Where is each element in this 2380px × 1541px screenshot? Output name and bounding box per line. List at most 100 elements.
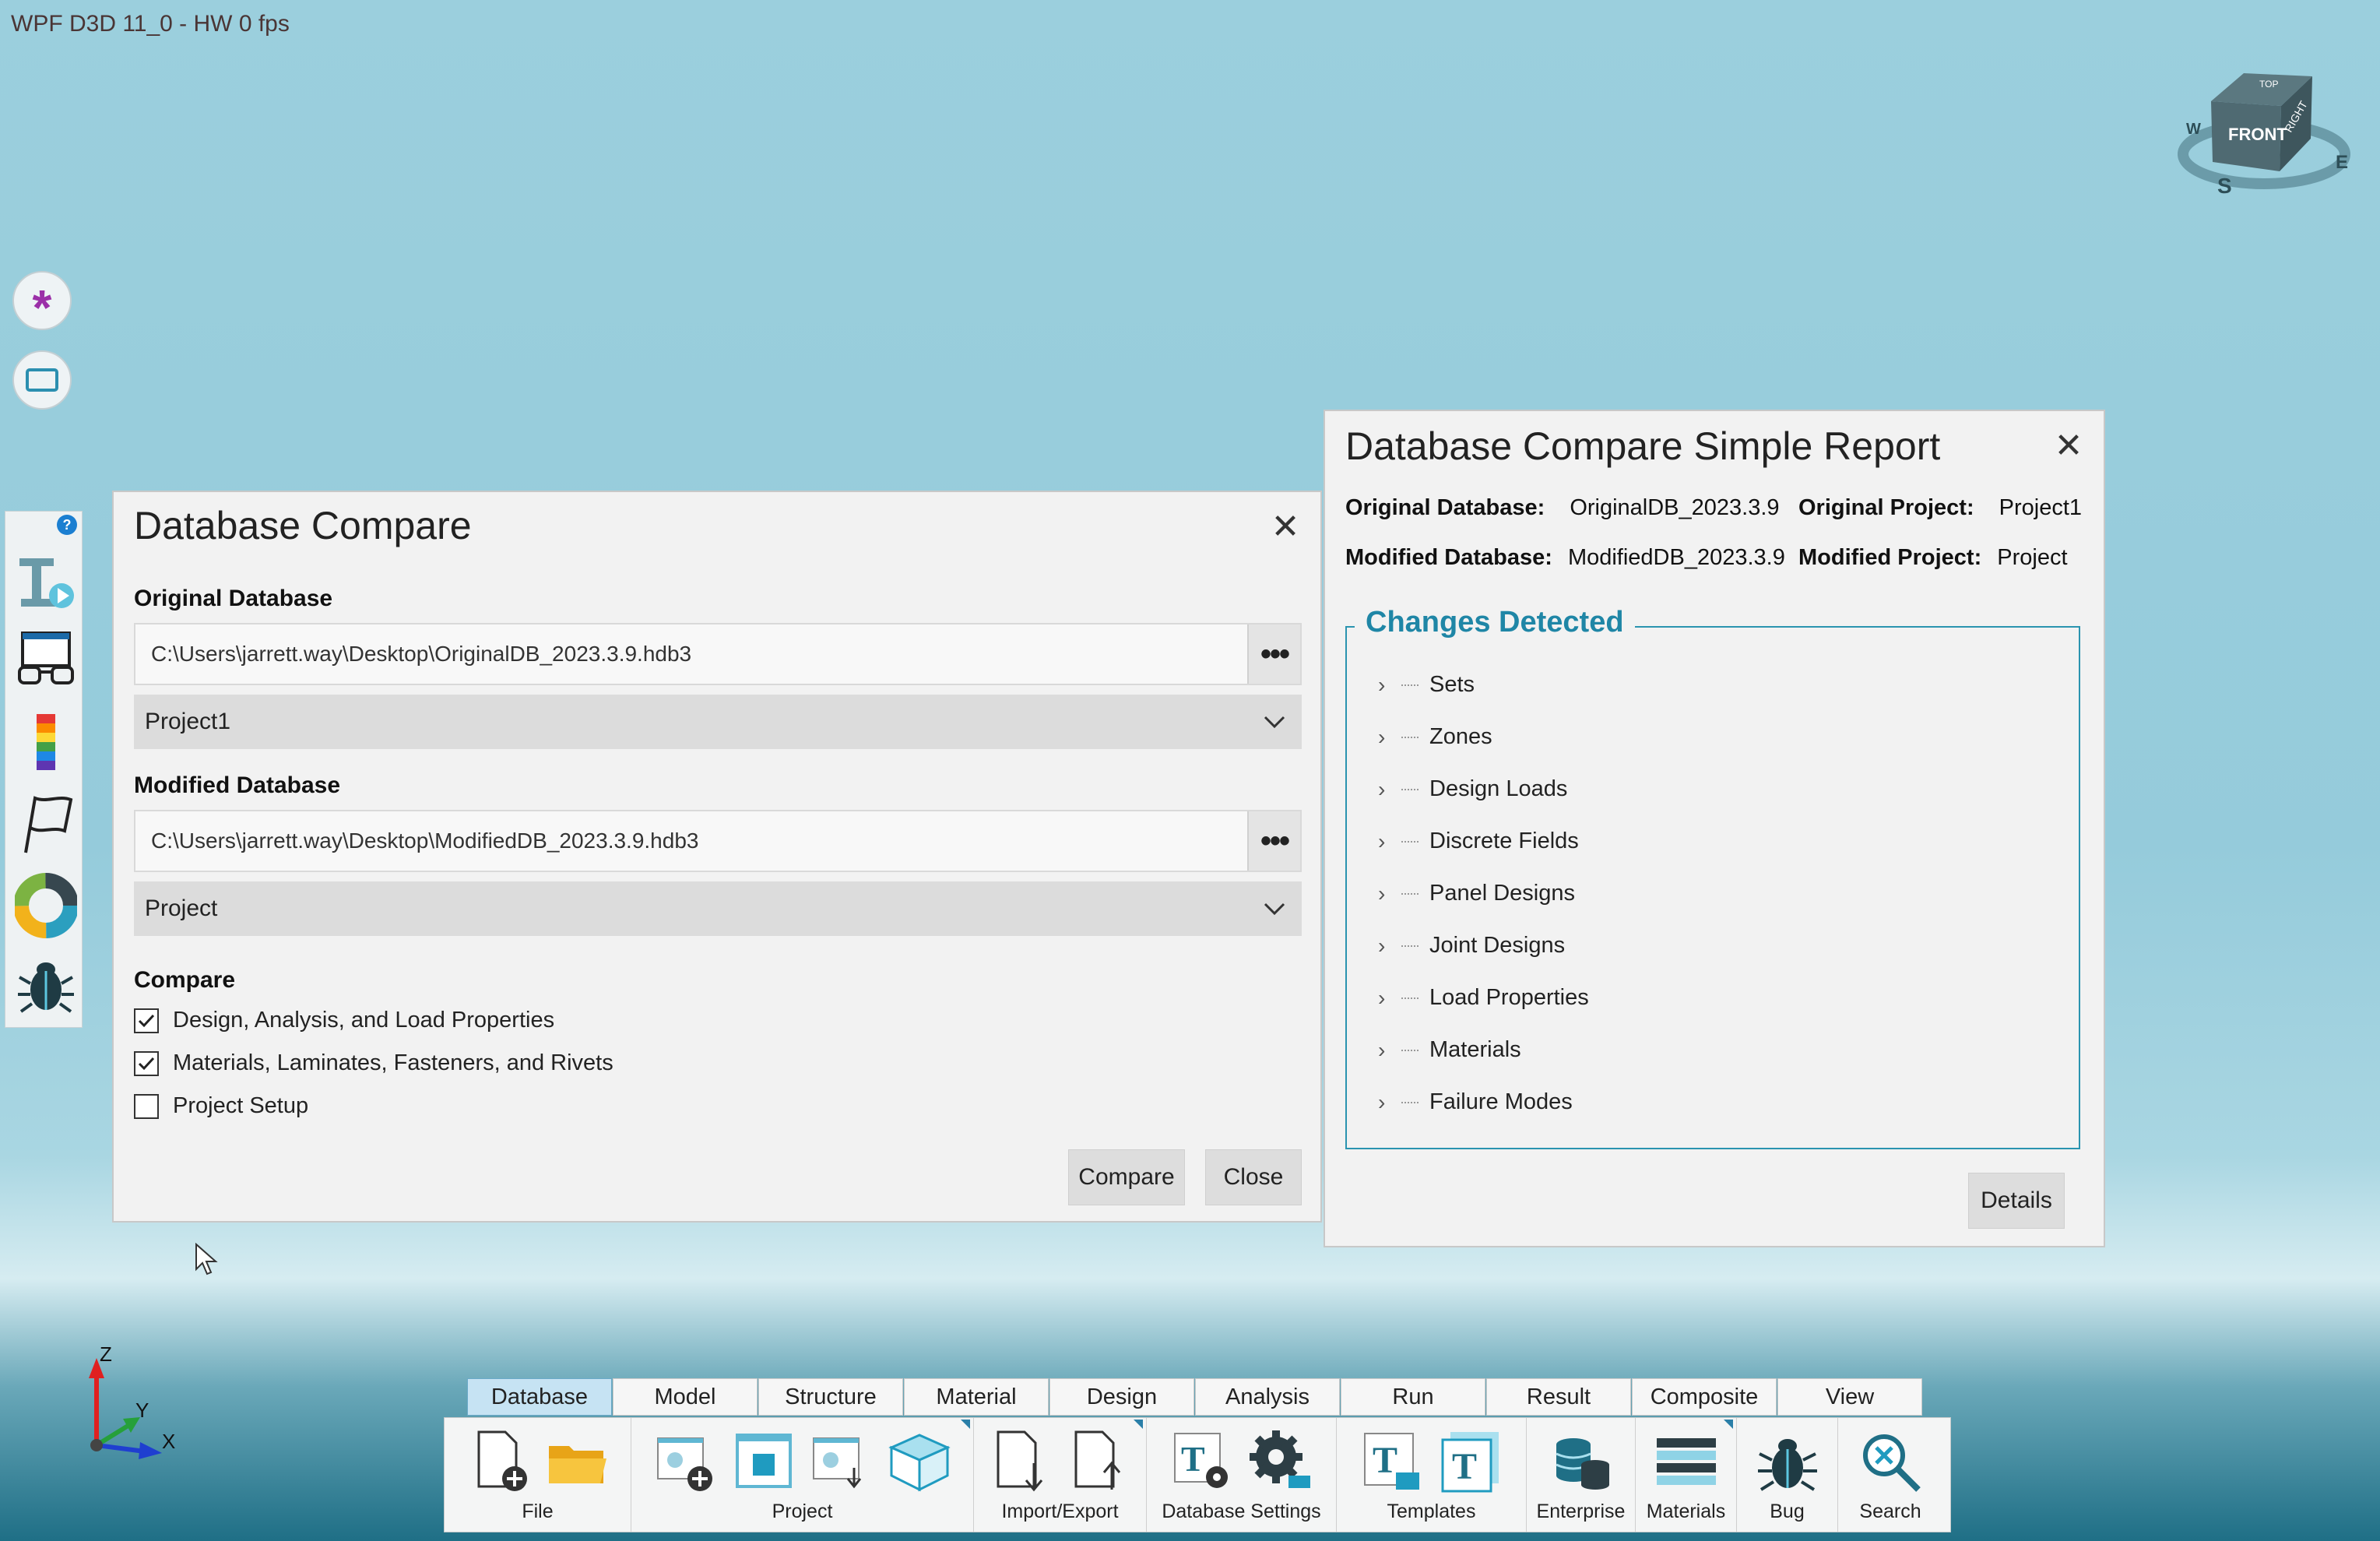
tree-item-design-loads[interactable]: › Design Loads	[1378, 763, 2063, 815]
chevron-down-icon	[1247, 715, 1302, 729]
close-icon[interactable]: ✕	[1266, 508, 1305, 547]
chevron-right-icon[interactable]: ›	[1378, 881, 1401, 906]
details-button[interactable]: Details	[1968, 1173, 2065, 1229]
svg-text:T: T	[1452, 1446, 1477, 1487]
original-path-field[interactable]: C:\Users\jarrett.way\Desktop\OriginalDB_…	[134, 623, 1302, 685]
gear-database-icon[interactable]	[1246, 1427, 1315, 1496]
ribbon-group-materials: Materials	[1636, 1418, 1737, 1532]
checkbox-materials[interactable]: Materials, Laminates, Fasteners, and Riv…	[134, 1050, 613, 1076]
checkbox-design-analysis[interactable]: Design, Analysis, and Load Properties	[134, 1008, 554, 1033]
tab-database[interactable]: Database	[467, 1378, 612, 1416]
chevron-right-icon[interactable]: ›	[1378, 1038, 1401, 1063]
import-file-icon[interactable]	[987, 1427, 1056, 1496]
changes-title: Changes Detected	[1355, 606, 1635, 639]
checkbox[interactable]	[134, 1008, 159, 1033]
text-play-icon[interactable]	[15, 551, 77, 616]
compare-report-dialog: Database Compare Simple Report ✕ Origina…	[1324, 410, 2105, 1247]
chevron-right-icon[interactable]: ›	[1378, 777, 1401, 802]
chevron-right-icon[interactable]: ›	[1378, 725, 1401, 750]
chevron-right-icon[interactable]: ›	[1378, 673, 1401, 698]
original-db-label: Original Database:	[1345, 495, 1545, 520]
new-file-icon[interactable]	[465, 1427, 533, 1496]
tree-item-discrete-fields[interactable]: › Discrete Fields	[1378, 815, 2063, 867]
nav-cube-top: TOP	[2259, 79, 2278, 90]
ribbon-group-label: Templates	[1387, 1501, 1476, 1522]
svg-text:T: T	[1373, 1440, 1397, 1481]
flag-icon[interactable]	[15, 792, 77, 857]
color-scale-icon[interactable]	[15, 711, 77, 776]
dialog-title: Database Compare	[134, 504, 472, 547]
tab-model[interactable]: Model	[613, 1378, 758, 1416]
tree-item-label: Zones	[1429, 724, 1492, 749]
rectangle-select-button[interactable]	[12, 350, 72, 410]
ribbon-group-label: Enterprise	[1536, 1501, 1626, 1522]
project-import-icon[interactable]	[807, 1427, 876, 1496]
tab-composite[interactable]: Composite	[1632, 1378, 1777, 1416]
original-project-value: Project1	[1999, 495, 2083, 520]
modified-path-field[interactable]: C:\Users\jarrett.way\Desktop\ModifiedDB_…	[134, 810, 1302, 872]
tab-structure[interactable]: Structure	[758, 1378, 903, 1416]
tree-item-zones[interactable]: › Zones	[1378, 711, 2063, 763]
bug-report-icon[interactable]	[1753, 1427, 1822, 1496]
template-icon[interactable]: T	[1359, 1427, 1427, 1496]
modified-path-value[interactable]: C:\Users\jarrett.way\Desktop\ModifiedDB_…	[135, 829, 1247, 853]
browse-modified-button[interactable]: •••	[1247, 811, 1300, 871]
original-path-value[interactable]: C:\Users\jarrett.way\Desktop\OriginalDB_…	[135, 642, 1247, 667]
project-window-icon[interactable]	[729, 1427, 798, 1496]
tab-view[interactable]: View	[1777, 1378, 1922, 1416]
tree-item-label: Sets	[1429, 672, 1475, 697]
modified-project-select[interactable]: Project	[134, 881, 1302, 936]
original-database-label: Original Database	[134, 586, 333, 611]
compare-button[interactable]: Compare	[1068, 1149, 1185, 1205]
checkbox[interactable]	[134, 1050, 159, 1076]
chevron-right-icon[interactable]: ›	[1378, 1090, 1401, 1115]
package-icon[interactable]	[885, 1427, 954, 1496]
axis-x-label: X	[162, 1430, 175, 1453]
close-button[interactable]: Close	[1205, 1149, 1302, 1205]
text-settings-icon[interactable]: T	[1169, 1427, 1237, 1496]
render-status: WPF D3D 11_0 - HW 0 fps	[11, 11, 290, 37]
original-project-value: Project1	[145, 709, 231, 734]
help-icon[interactable]: ?	[57, 515, 77, 535]
search-icon[interactable]	[1856, 1427, 1925, 1496]
original-db-row: Original Database: OriginalDB_2023.3.9	[1345, 495, 1780, 521]
tree-item-label: Joint Designs	[1429, 933, 1566, 958]
checkbox-label: Materials, Laminates, Fasteners, and Riv…	[173, 1050, 613, 1075]
export-file-icon[interactable]	[1065, 1427, 1134, 1496]
tree-item-sets[interactable]: › Sets	[1378, 659, 2063, 711]
database-stack-icon[interactable]	[1547, 1427, 1615, 1496]
close-icon[interactable]: ✕	[2049, 427, 2088, 466]
new-project-icon[interactable]	[652, 1427, 720, 1496]
tree-item-joint-designs[interactable]: › Joint Designs	[1378, 920, 2063, 972]
ribbon: File Project Import/Export T Database Se…	[444, 1417, 1951, 1532]
open-folder-icon[interactable]	[543, 1427, 611, 1496]
ribbon-group-import-export: Import/Export	[974, 1418, 1147, 1532]
ribbon-group-label: Import/Export	[1001, 1501, 1119, 1522]
compass-west: W	[2186, 121, 2201, 138]
template-stack-icon[interactable]: T	[1436, 1427, 1505, 1496]
tab-material[interactable]: Material	[904, 1378, 1049, 1416]
tab-design[interactable]: Design	[1049, 1378, 1194, 1416]
chevron-right-icon[interactable]: ›	[1378, 829, 1401, 854]
materials-layers-icon[interactable]	[1652, 1427, 1721, 1496]
tree-item-materials[interactable]: › Materials	[1378, 1024, 2063, 1076]
chevron-right-icon[interactable]: ›	[1378, 934, 1401, 959]
tree-item-failure-modes[interactable]: › Failure Modes	[1378, 1076, 2063, 1128]
tab-run[interactable]: Run	[1341, 1378, 1485, 1416]
tree-item-panel-designs[interactable]: › Panel Designs	[1378, 867, 2063, 920]
checkbox-project-setup[interactable]: Project Setup	[134, 1093, 308, 1119]
chevron-right-icon[interactable]: ›	[1378, 986, 1401, 1011]
tab-analysis[interactable]: Analysis	[1195, 1378, 1340, 1416]
tab-result[interactable]: Result	[1486, 1378, 1631, 1416]
ribbon-group-label: Materials	[1646, 1501, 1726, 1522]
glasses-screen-icon[interactable]	[15, 628, 77, 694]
tree-item-load-properties[interactable]: › Load Properties	[1378, 972, 2063, 1024]
asterisk-button[interactable]: *	[12, 271, 72, 332]
navigation-cube[interactable]: FRONT RIGHT TOP S E W	[2172, 62, 2359, 202]
checkbox[interactable]	[134, 1093, 159, 1119]
bug-icon[interactable]	[15, 952, 77, 1018]
color-wheel-icon[interactable]	[15, 873, 77, 938]
browse-original-button[interactable]: •••	[1247, 624, 1300, 684]
changes-group: Changes Detected › Sets › Zones › Design Lo…	[1345, 606, 2080, 1149]
original-project-select[interactable]: Project1	[134, 695, 1302, 749]
